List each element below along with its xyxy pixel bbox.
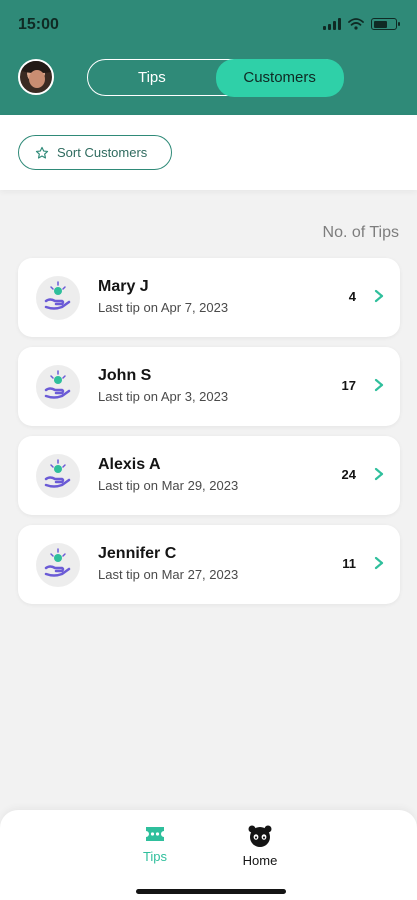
status-bar: 15:00 — [0, 0, 417, 52]
star-icon — [35, 146, 49, 159]
customer-card[interactable]: Jennifer C Last tip on Mar 27, 2023 11 — [18, 525, 400, 604]
chevron-right-icon — [374, 556, 384, 570]
chevron-right-icon — [374, 378, 384, 392]
customer-card[interactable]: Alexis A Last tip on Mar 29, 2023 24 — [18, 436, 400, 515]
status-time: 15:00 — [18, 16, 59, 33]
customer-name: Mary J — [98, 278, 149, 295]
nav-tips-label: Tips — [142, 849, 168, 864]
customer-name: John S — [98, 367, 152, 384]
chevron-right-icon — [374, 289, 384, 303]
customer-card[interactable]: Mary J Last tip on Apr 7, 2023 4 — [18, 258, 400, 337]
bottom-nav: Tips Home — [0, 810, 417, 900]
tip-hand-icon — [36, 543, 80, 587]
tab-customers[interactable]: Customers — [215, 58, 344, 97]
last-tip-date: Last tip on Mar 27, 2023 — [98, 567, 239, 582]
column-header-tips: No. of Tips — [322, 224, 399, 241]
tip-count: 24 — [341, 467, 356, 482]
signal-icon — [323, 18, 341, 30]
view-toggle: Tips Customers — [87, 58, 344, 97]
panda-icon — [248, 825, 272, 847]
chevron-right-icon — [374, 467, 384, 481]
status-icons — [323, 18, 400, 30]
tip-count: 17 — [341, 378, 356, 393]
user-avatar[interactable] — [18, 59, 54, 95]
nav-tips[interactable]: Tips — [120, 824, 190, 864]
last-tip-date: Last tip on Mar 29, 2023 — [98, 478, 239, 493]
tip-hand-icon — [36, 276, 80, 320]
tip-count: 4 — [348, 289, 356, 304]
sort-customers-button[interactable]: Sort Customers — [18, 135, 172, 170]
customer-name: Alexis A — [98, 456, 161, 473]
tip-count: 11 — [342, 556, 356, 571]
tip-hand-icon — [36, 365, 80, 409]
nav-home[interactable]: Home — [225, 824, 295, 868]
nav-home-label: Home — [242, 853, 278, 868]
ticket-icon — [146, 827, 164, 841]
home-indicator — [136, 889, 286, 894]
sort-customers-label: Sort Customers — [57, 145, 148, 160]
tip-hand-icon — [36, 454, 80, 498]
app-header: 15:00 Tips Customers — [0, 0, 417, 115]
last-tip-date: Last tip on Apr 7, 2023 — [98, 300, 229, 315]
tab-tips[interactable]: Tips — [88, 60, 216, 95]
last-tip-date: Last tip on Apr 3, 2023 — [98, 389, 229, 404]
customer-card[interactable]: John S Last tip on Apr 3, 2023 17 — [18, 347, 400, 426]
wifi-icon — [348, 18, 364, 30]
customer-name: Jennifer C — [98, 545, 177, 562]
battery-icon — [371, 18, 400, 30]
